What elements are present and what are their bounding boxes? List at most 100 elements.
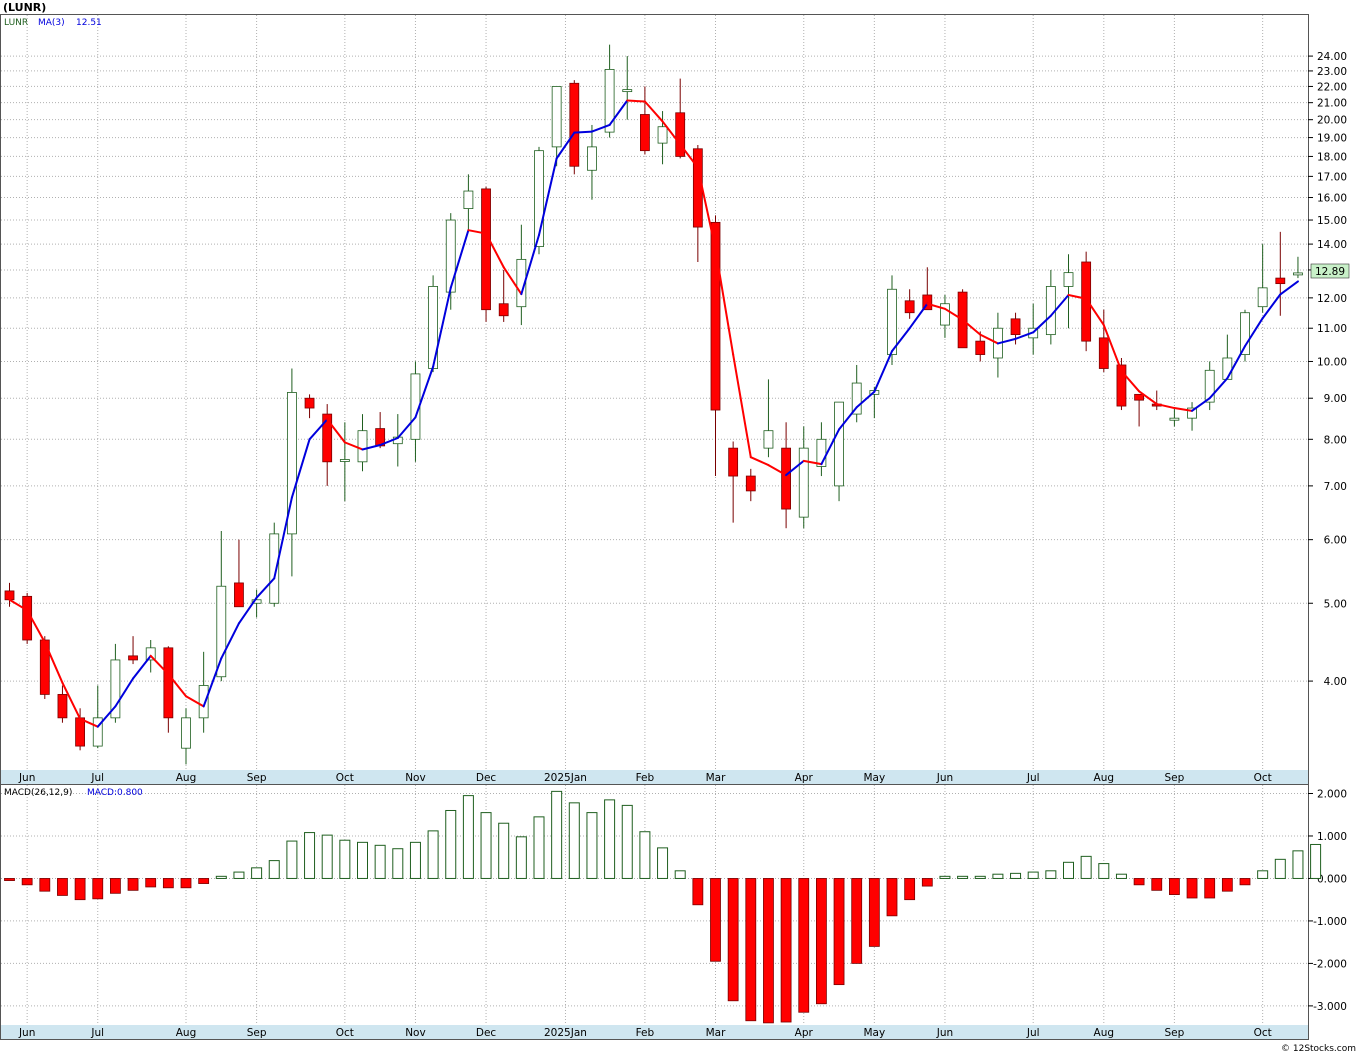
price-x-tick-label: Jul <box>1026 772 1040 784</box>
macd-bar <box>304 832 316 879</box>
macd-bar <box>180 878 192 889</box>
macd-bar <box>1133 878 1145 886</box>
macd-bar <box>1186 878 1198 899</box>
price-x-tick-label: Dec <box>476 772 497 784</box>
macd-bar <box>57 878 68 896</box>
candle-body <box>1240 312 1250 355</box>
price-y-tick-label: 18.00 <box>1317 151 1347 163</box>
candle-body <box>904 300 915 314</box>
candle-body <box>1081 261 1092 342</box>
last-price-label: 12.89 <box>1315 266 1345 278</box>
candle-body <box>798 447 809 518</box>
macd-bar <box>551 790 563 879</box>
price-x-tick-label: Mar <box>706 772 726 784</box>
candle-body <box>551 86 562 148</box>
macd-bar <box>1010 872 1022 879</box>
candle-body <box>622 89 633 93</box>
price-x-tick-label: Jun <box>18 772 35 784</box>
macd-bar <box>1098 863 1110 879</box>
macd-x-tick-label: Sep <box>247 1027 267 1039</box>
macd-x-tick-label: Jul <box>1026 1027 1040 1039</box>
macd-y-tick-label: -2.000 <box>1313 958 1347 970</box>
macd-bar <box>39 878 51 892</box>
price-y-axis: 4.00 5.00 6.00 7.00 8.00 9.00 10.00 11.00 12.00 1… <box>1308 51 1347 688</box>
candle-body <box>128 655 138 661</box>
price-y-tick-label: 4.00 <box>1324 676 1347 688</box>
price-x-tick-label: Aug <box>1094 772 1115 784</box>
price-y-tick-label: 14.00 <box>1317 239 1347 251</box>
ma-segment <box>626 99 646 103</box>
macd-bar <box>233 871 245 879</box>
macd-bar <box>515 836 527 879</box>
price-x-tick-label: Nov <box>405 772 426 784</box>
price-y-tick-label: 21.00 <box>1317 98 1347 110</box>
price-x-tick-label: Oct <box>1254 772 1272 784</box>
macd-bar <box>727 878 739 1002</box>
price-x-tick-label: May <box>863 772 885 784</box>
candle-body <box>1134 393 1144 401</box>
candle-body <box>587 146 597 171</box>
macd-bar <box>374 844 386 879</box>
macd-y-tick-label: -3.000 <box>1313 1001 1347 1013</box>
ma-segment <box>573 130 593 134</box>
price-y-tick-label: 16.00 <box>1317 193 1347 205</box>
candle-body <box>181 717 191 749</box>
macd-bar <box>798 878 810 1013</box>
candle-body <box>216 585 227 678</box>
candle-body <box>781 447 791 510</box>
macd-bar <box>816 878 827 1005</box>
macd-bar <box>286 840 298 879</box>
macd-legend: MACD(26,12,9) <box>4 788 72 798</box>
price-y-tick-label: 17.00 <box>1317 171 1347 183</box>
macd-x-tick-label: Aug <box>176 1027 197 1039</box>
candle-body <box>834 401 844 487</box>
macd-x-tick-label: Aug <box>1094 1027 1115 1039</box>
price-x-tick-label: Jun <box>936 772 953 784</box>
macd-bar <box>1080 855 1092 879</box>
macd-bar <box>480 812 492 879</box>
candle-body <box>745 475 756 492</box>
candle-body <box>1275 277 1286 285</box>
macd-x-tick-label: Jun <box>936 1027 953 1039</box>
macd-bar <box>886 878 898 917</box>
candle-body <box>1169 417 1180 421</box>
macd-bar <box>268 860 280 879</box>
macd-bar <box>1063 861 1074 879</box>
macd-bar <box>339 839 351 879</box>
macd-bar <box>92 878 104 900</box>
macd-bar <box>4 878 15 881</box>
macd-bar <box>251 867 263 879</box>
candle-body <box>569 82 580 167</box>
macd-x-tick-label: 2025Jan <box>544 1027 587 1039</box>
macd-bar <box>780 878 792 1023</box>
candle-body <box>851 382 862 415</box>
macd-bar <box>445 809 457 879</box>
macd-legend-value: MACD:0.800 <box>87 788 143 798</box>
candle-body <box>322 413 333 463</box>
chart-title: (LUNR) <box>3 1 46 14</box>
candle-body <box>1010 318 1021 336</box>
macd-bar <box>868 878 880 947</box>
price-y-tick-label: 20.00 <box>1317 115 1347 127</box>
price-y-tick-label: 5.00 <box>1324 598 1347 610</box>
candle-body <box>481 188 491 311</box>
price-y-tick-label: 10.00 <box>1317 356 1347 368</box>
macd-x-tick-label: Oct <box>1254 1027 1272 1039</box>
price-panel-frame <box>0 14 1309 785</box>
macd-y-tick-label: 0.000 <box>1317 873 1347 885</box>
macd-bar <box>1045 870 1057 879</box>
macd-y-tick-label: -1.000 <box>1313 916 1347 928</box>
macd-panel-frame <box>0 784 1309 1040</box>
price-y-tick-label: 15.00 <box>1317 215 1347 227</box>
candle-body <box>763 430 774 449</box>
macd-bar <box>110 878 121 894</box>
candle-body <box>1098 337 1109 369</box>
candle-body <box>304 397 315 409</box>
macd-bar <box>674 870 686 879</box>
price-x-tick-label: 2025Jan <box>544 772 587 784</box>
macd-bar <box>1204 878 1216 899</box>
macd-bar <box>992 873 1004 879</box>
macd-bar <box>392 848 404 879</box>
macd-x-tick-label: Mar <box>706 1027 726 1039</box>
macd-bar <box>939 875 951 879</box>
